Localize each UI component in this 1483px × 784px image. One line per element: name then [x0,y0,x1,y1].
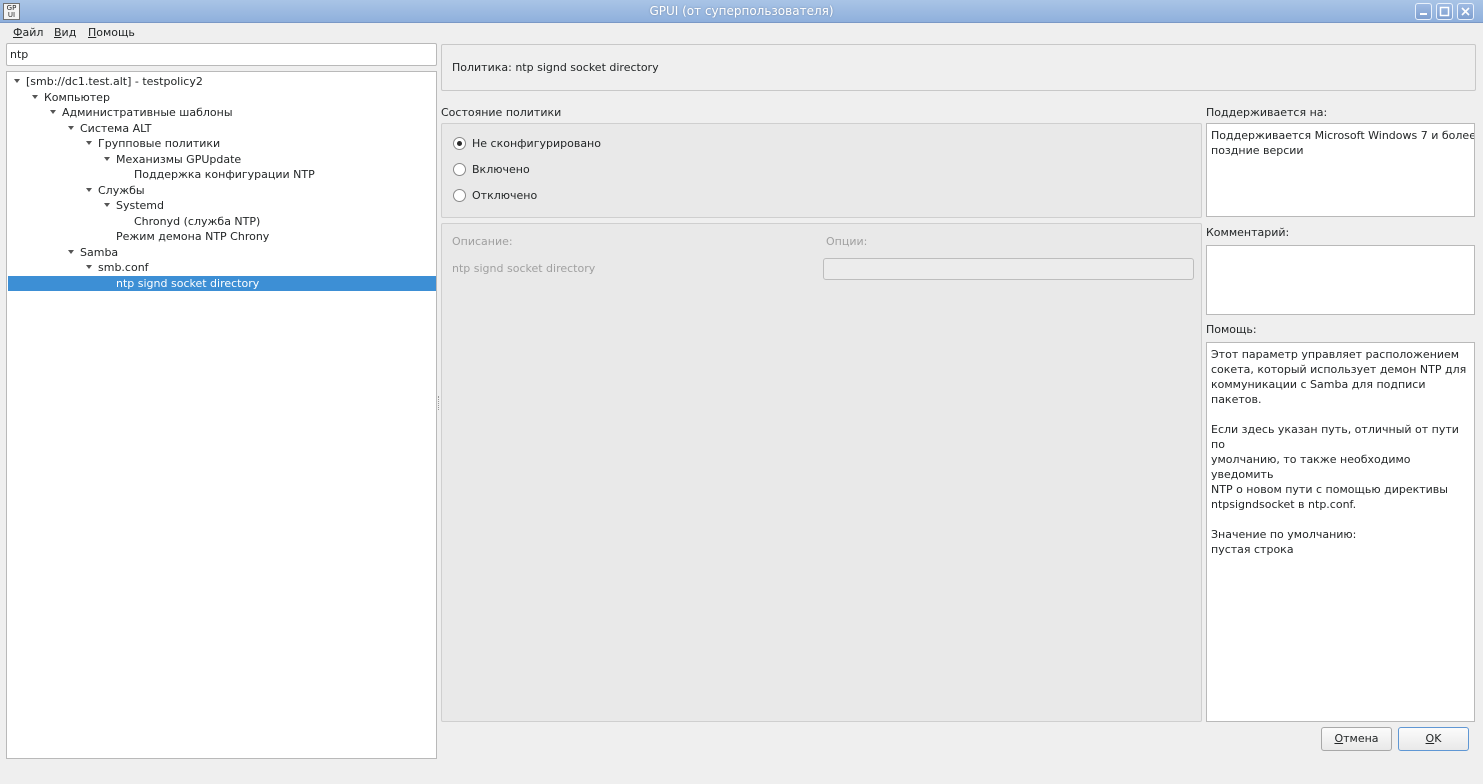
policy-state-group: Не сконфигурировано Включено Отключено [441,123,1202,218]
radio-label: Включено [472,163,530,176]
radio-indicator[interactable] [453,189,466,202]
tree-item-label: smb.conf [98,261,149,274]
help-text-box: Этот параметр управляет расположением со… [1206,342,1475,722]
menu-help[interactable]: Помощь [88,25,135,40]
tree-item[interactable]: Система ALT [8,121,436,136]
comment-label: Комментарий: [1206,226,1290,239]
expand-arrow-icon[interactable] [68,125,74,130]
comment-textarea[interactable] [1206,245,1475,315]
tree-item-label: Systemd [116,199,165,212]
splitter-handle[interactable] [438,396,440,410]
tree-item[interactable]: Chronyd (служба NTP) [8,214,436,229]
menu-file[interactable]: Файл [13,25,43,40]
tree-item[interactable]: Групповые политики [8,136,436,151]
window-bottom-edge [0,759,1483,784]
expand-arrow-icon[interactable] [104,203,110,207]
tree-item-label: Службы [98,183,145,197]
menu-bar: Файл Вид Помощь [0,23,1483,42]
tree-item[interactable]: Компьютер [8,90,436,105]
tree-item-label: Административные шаблоны [62,106,233,119]
option-name-label: ntp signd socket directory [452,262,596,275]
close-icon[interactable] [1457,3,1474,20]
maximize-icon[interactable] [1436,3,1453,20]
expand-arrow-icon[interactable] [86,187,92,192]
expand-arrow-icon[interactable] [14,79,20,83]
title-bar[interactable]: GP UI GPUI (от суперпользователя) [0,0,1483,23]
radio-label: Отключено [472,189,538,202]
supported-on-box: Поддерживается Microsoft Windows 7 и бол… [1206,123,1475,217]
tree-item-label: Samba [80,245,119,259]
expand-arrow-icon[interactable] [86,265,92,269]
tree-item-label: Chronyd (служба NTP) [134,214,261,228]
tree-item[interactable]: smb.conf [8,260,436,275]
radio-indicator[interactable] [453,137,466,150]
expand-arrow-icon[interactable] [68,249,74,254]
policy-title: Политика: ntp signd socket directory [452,61,659,74]
tree-item[interactable]: [smb://dc1.test.alt] - testpolicy2 [8,74,436,89]
ok-button[interactable]: OK [1398,727,1469,751]
window-title: GPUI (от суперпользователя) [649,4,834,18]
options-panel: Описание: Опции: ntp signd socket direct… [441,223,1202,722]
tree-item-label: Система ALT [80,121,152,135]
tree-item[interactable]: Службы [8,183,436,198]
expand-arrow-icon[interactable] [104,156,110,161]
supported-on-label: Поддерживается на: [1206,106,1328,119]
tree-item-label: Групповые политики [98,137,221,150]
tree-item[interactable]: Административные шаблоны [8,105,436,120]
tree-item-label: [smb://dc1.test.alt] - testpolicy2 [26,75,203,88]
description-header: Описание: [452,235,513,248]
tree-item[interactable]: Поддержка конфигурации NTP [8,167,436,182]
tree-item-label: ntp signd socket directory [116,276,260,290]
menu-view[interactable]: Вид [54,25,76,40]
cancel-button[interactable]: Отмена [1321,727,1392,751]
expand-arrow-icon[interactable] [32,94,38,99]
policy-tree[interactable]: [smb://dc1.test.alt] - testpolicy2 Компью… [6,71,437,759]
option-value-input[interactable] [823,258,1194,280]
radio-label: Не сконфигурировано [472,137,601,150]
policy-header-panel: Политика: ntp signd socket directory [441,44,1476,91]
tree-item-label: Режим демона NTP Chrony [116,230,270,243]
tree-item-label: Поддержка конфигурации NTP [134,168,315,181]
tree-item-label: Компьютер [44,90,110,104]
radio-indicator[interactable] [453,163,466,176]
expand-arrow-icon[interactable] [86,141,92,145]
expand-arrow-icon[interactable] [50,110,56,114]
minimize-icon[interactable] [1415,3,1432,20]
options-header: Опции: [826,235,868,248]
search-input[interactable] [6,43,437,66]
policy-state-label: Состояние политики [441,106,562,119]
help-label: Помощь: [1206,323,1257,336]
tree-item[interactable]: Режим демона NTP Chrony [8,229,436,244]
tree-item[interactable]: ntp signd socket directory [8,275,436,291]
tree-item-label: Механизмы GPUpdate [116,152,242,166]
tree-item[interactable]: Samba [8,245,436,260]
tree-item[interactable]: Systemd [8,198,436,213]
tree-item[interactable]: Механизмы GPUpdate [8,152,436,167]
